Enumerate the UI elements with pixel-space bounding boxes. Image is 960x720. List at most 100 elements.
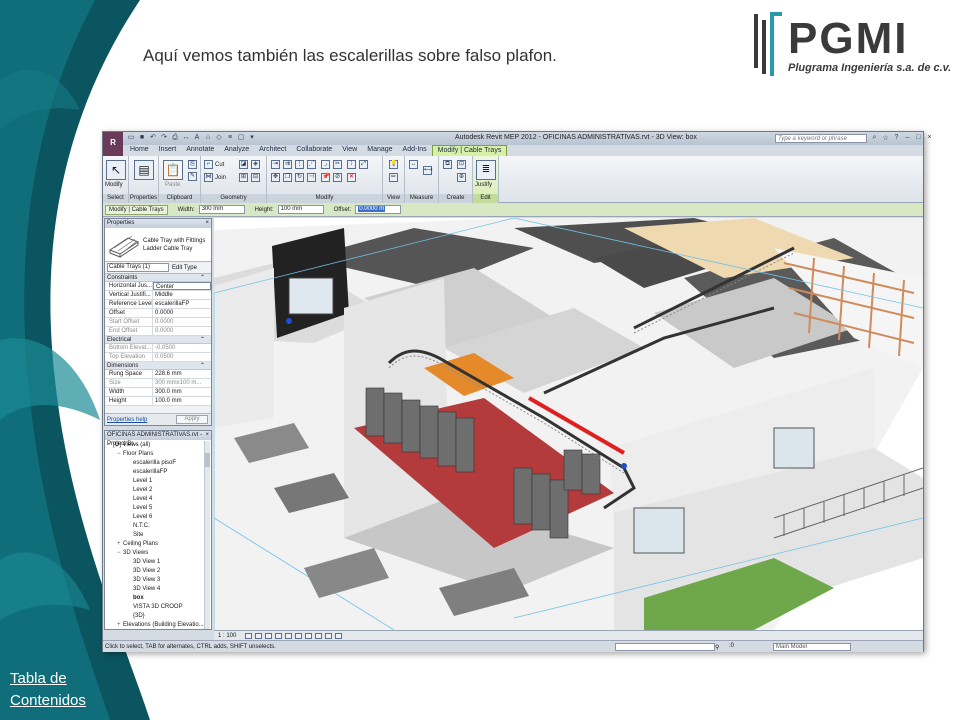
tree-item[interactable]: VISTA 3D CROOP xyxy=(105,603,205,612)
building-3d-model[interactable] xyxy=(214,218,923,630)
tree-item[interactable]: escalerillaFP xyxy=(105,468,205,477)
properties-help-link[interactable]: Properties help xyxy=(107,417,147,423)
tab-collaborate[interactable]: Collaborate xyxy=(291,145,337,156)
prop-row[interactable]: Rung Space 228.6 mm xyxy=(105,370,211,379)
apply-button[interactable]: Apply xyxy=(176,415,208,424)
properties-close-icon[interactable]: × xyxy=(205,219,209,228)
view-scale[interactable]: 1 : 100 xyxy=(218,633,236,639)
wall-join-icon[interactable]: ⊞ xyxy=(239,173,248,182)
rotate-icon[interactable]: ↻ xyxy=(295,173,304,182)
tree-item[interactable]: 3D View 1 xyxy=(105,558,205,567)
section-icon[interactable]: ◇ xyxy=(215,134,223,142)
maximize-icon[interactable]: □ xyxy=(915,134,922,142)
cut-button-label[interactable]: Cut xyxy=(215,162,224,168)
move-icon[interactable]: ✥ xyxy=(271,173,280,182)
match-icon[interactable]: ✎ xyxy=(188,172,197,181)
offset-icon[interactable]: ⇉ xyxy=(283,160,292,169)
tree-item[interactable]: −3D Views xyxy=(105,549,205,558)
tree-item[interactable]: {3D} xyxy=(105,612,205,621)
tree-item[interactable]: escalerilla pisoF xyxy=(105,459,205,468)
tab-home[interactable]: Home xyxy=(125,145,154,156)
create-assembly-icon[interactable]: ⊕ xyxy=(457,173,466,182)
scale-icon[interactable]: ⤢ xyxy=(359,160,368,169)
offset-input[interactable]: 0.0000 m xyxy=(355,205,402,214)
help-icon[interactable]: ? xyxy=(893,134,900,142)
tree-item[interactable]: Level 1 xyxy=(105,477,205,486)
close-icon[interactable]: × xyxy=(926,134,933,142)
instance-filter-select[interactable]: Cable Trays (1) xyxy=(107,263,169,272)
create-similar-icon[interactable]: ⧉ xyxy=(443,160,452,169)
tree-item[interactable]: − Floor Plans xyxy=(105,450,205,459)
cope-icon[interactable]: ⌐ xyxy=(204,160,213,169)
star-icon[interactable]: ☆ xyxy=(882,134,889,142)
copy-element-icon[interactable]: ❐ xyxy=(283,173,292,182)
trim-extend-icon[interactable]: ⊣ xyxy=(307,173,316,182)
tab-view[interactable]: View xyxy=(337,145,362,156)
section-electrical[interactable]: Electrical ⌃ xyxy=(105,336,211,344)
reveal-hidden-icon[interactable] xyxy=(335,632,343,639)
split-face-icon[interactable]: ◪ xyxy=(239,160,248,169)
prop-row[interactable]: Offset 0.0000 xyxy=(105,309,211,318)
prop-value[interactable]: 300.0 mm xyxy=(153,388,211,396)
tab-analyze[interactable]: Analyze xyxy=(219,145,254,156)
measure-tool-icon[interactable]: ↔ xyxy=(409,160,418,169)
binoculars-icon[interactable]: ⌕ xyxy=(871,134,878,142)
save-icon[interactable]: ■ xyxy=(138,134,146,142)
join-button-label[interactable]: Join xyxy=(215,175,226,181)
create-group-icon[interactable]: ⊡ xyxy=(457,160,466,169)
delete-icon[interactable]: ✕ xyxy=(347,173,356,182)
project-browser-scrollbar[interactable] xyxy=(204,441,210,629)
tree-item[interactable]: Level 2 xyxy=(105,486,205,495)
prop-row[interactable]: Reference Level escalerillaFP xyxy=(105,300,211,309)
prop-row[interactable]: Width 300.0 mm xyxy=(105,388,211,397)
open-icon[interactable]: ▭ xyxy=(127,134,135,142)
tree-item[interactable]: Level 6 xyxy=(105,513,205,522)
copy-icon[interactable]: ⎘ xyxy=(188,160,197,169)
minimize-icon[interactable]: – xyxy=(904,134,911,142)
editable-icon[interactable]: ⚲ xyxy=(715,644,719,651)
mirror-axis-icon[interactable]: ⋮ xyxy=(295,160,304,169)
edit-type-button[interactable]: Edit Type xyxy=(172,265,197,271)
tree-item[interactable]: Level 5 xyxy=(105,504,205,513)
redo-icon[interactable]: ↷ xyxy=(160,134,168,142)
tab-annotate[interactable]: Annotate xyxy=(181,145,219,156)
hide-icon[interactable]: 💡 xyxy=(389,160,398,169)
prop-value[interactable]: 228.6 mm xyxy=(153,370,211,378)
tree-item[interactable]: 3D View 3 xyxy=(105,576,205,585)
3d-view-icon[interactable]: ⌂ xyxy=(204,134,212,142)
override-graphics-icon[interactable]: ✏ xyxy=(389,173,398,182)
tree-item[interactable]: 3D View 2 xyxy=(105,567,205,576)
demolish-icon[interactable]: ⊟ xyxy=(251,173,260,182)
mirror-draw-icon[interactable]: ⋰ xyxy=(307,160,316,169)
tree-item[interactable]: 3D View 4 xyxy=(105,585,205,594)
undo-icon[interactable]: ↶ xyxy=(149,134,157,142)
tab-manage[interactable]: Manage xyxy=(362,145,397,156)
show-crop-icon[interactable] xyxy=(305,632,313,639)
tree-item[interactable]: Site xyxy=(105,531,205,540)
tree-item[interactable]: Level 4 xyxy=(105,495,205,504)
tab-insert[interactable]: Insert xyxy=(154,145,182,156)
prop-value[interactable]: 0.0000 xyxy=(153,309,211,317)
shadows-icon[interactable] xyxy=(275,632,283,639)
text-icon[interactable]: A xyxy=(193,134,201,142)
temporary-hide-icon[interactable] xyxy=(325,632,333,639)
array-icon[interactable]: ⁞ xyxy=(347,160,356,169)
application-menu-button[interactable]: R xyxy=(103,132,123,158)
prop-value[interactable]: 100.0 mm xyxy=(153,397,211,405)
lock-view-icon[interactable] xyxy=(315,632,323,639)
scrollbar-thumb[interactable] xyxy=(205,453,210,467)
unpin-icon[interactable]: ⊘ xyxy=(333,173,342,182)
qat-dropdown-icon[interactable]: ▾ xyxy=(248,134,256,142)
prop-row[interactable]: Vertical Justifi... Middle xyxy=(105,291,211,300)
thin-lines-icon[interactable]: ≡ xyxy=(226,134,234,142)
tab-architect[interactable]: Architect xyxy=(254,145,291,156)
print-icon[interactable]: ⎙ xyxy=(171,134,179,142)
pin-icon[interactable]: 📌 xyxy=(321,173,330,182)
dimension-icon[interactable]: ⟷ xyxy=(423,166,433,175)
prop-row[interactable]: Horizontal Jus... Center xyxy=(105,282,211,291)
detail-level-icon[interactable] xyxy=(245,632,253,639)
close-hidden-icon[interactable]: ▢ xyxy=(237,134,245,142)
tree-item[interactable]: + Elevations (Building Elevatio... xyxy=(105,621,205,629)
width-select[interactable]: 300 mm xyxy=(198,205,245,214)
render-icon[interactable] xyxy=(285,632,293,639)
